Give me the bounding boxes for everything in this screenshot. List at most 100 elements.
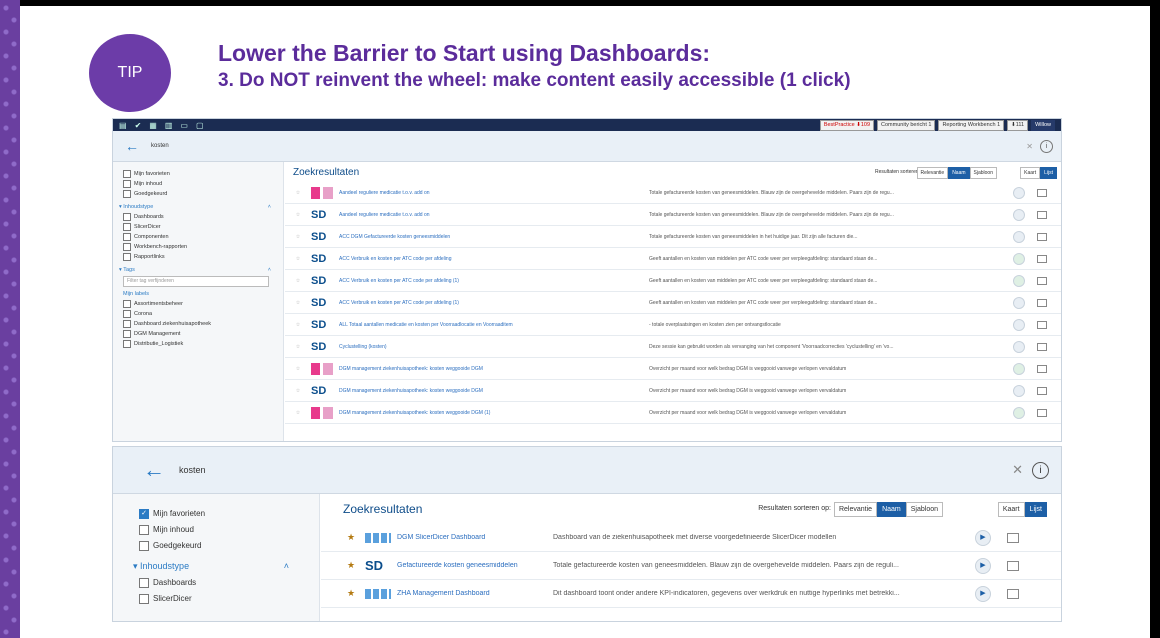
result-row[interactable]: ☆ SD ACC Verbruik en kosten per ATC code p… [285,292,1061,314]
info-icon[interactable]: i [1032,461,1049,479]
schedule-icon[interactable] [1037,408,1047,417]
run-icon[interactable]: ▶ [975,529,991,546]
result-name[interactable]: ZHA Management Dashboard [397,590,561,597]
result-row[interactable]: ☆ DGM management ziekenhuisapotheek: kost… [285,402,1061,424]
result-name[interactable]: DGM management ziekenhuisapotheek: koste… [339,388,629,394]
type-slicerdicer[interactable]: SlicerDicer [123,223,283,231]
checkbox-icon[interactable] [123,180,131,188]
run-icon[interactable] [1013,296,1025,309]
sort-naam[interactable]: Naam [877,502,906,517]
back-arrow-icon[interactable]: ← [143,457,165,483]
view-kaart[interactable]: Kaart [1020,167,1041,179]
favorite-star-icon[interactable]: ☆ [291,190,305,196]
checkbox-icon[interactable] [123,233,131,241]
sort-sjabloon[interactable]: Sjabloon [905,502,943,517]
run-icon[interactable] [1013,318,1025,331]
checkbox-icon[interactable] [139,593,149,604]
filter-goedgekeurd[interactable]: Goedgekeurd [139,540,319,551]
favorite-star-icon[interactable]: ☆ [291,344,305,350]
schedule-icon[interactable] [1037,364,1047,373]
filter-mijn-favorieten[interactable]: ✓ Mijn favorieten [139,508,319,519]
check-icon[interactable]: ✔ [135,121,142,130]
label-item[interactable]: Assortimentsbeheer [123,300,283,308]
checkbox-icon[interactable] [139,577,149,588]
result-name[interactable]: Gefactureerde kosten geneesmiddelen [397,562,561,569]
result-row[interactable]: ★ ZHA Management Dashboard Dit dashboard t… [321,580,1061,608]
back-arrow-icon[interactable]: ← [125,138,139,154]
favorite-star-icon[interactable]: ☆ [291,388,305,394]
result-row[interactable]: ★ SD Gefactureerde kosten geneesmiddelen To… [321,552,1061,580]
grid-icon[interactable]: ▦ [149,121,157,130]
schedule-icon[interactable] [1007,560,1019,571]
schedule-icon[interactable] [1007,588,1019,599]
result-row[interactable]: ☆ SD ALL Totaal aantallen medicatie en kos… [285,314,1061,336]
schedule-icon[interactable] [1037,386,1047,395]
info-icon[interactable]: i [1040,139,1053,153]
result-name[interactable]: Cyclustelling (kosten) [339,344,629,350]
checkbox-icon[interactable] [139,524,149,535]
type-workbench-rapporten[interactable]: Workbench-rapporten [123,243,283,251]
result-row[interactable]: ☆ SD Cyclustelling (kosten) Deze sessie kan… [285,336,1061,358]
tab-inbox[interactable]: ⬇111 [1007,120,1029,131]
result-name[interactable]: DGM management ziekenhuisapotheek: koste… [339,410,629,416]
filter-mijn-inhoud[interactable]: Mijn inhoud [123,180,283,188]
favorite-star-icon[interactable]: ☆ [291,366,305,372]
favorite-star-icon[interactable]: ★ [343,532,359,543]
checkbox-icon[interactable] [123,223,131,231]
schedule-icon[interactable] [1007,532,1019,543]
run-icon[interactable] [1013,274,1025,287]
tab-reporting-workbench[interactable]: Reporting Workbench 1 [938,120,1005,131]
schedule-icon[interactable] [1037,298,1047,307]
checkbox-icon[interactable] [123,320,131,328]
result-row[interactable]: ☆ SD DGM management ziekenhuisapotheek: ko… [285,380,1061,402]
type-dashboards[interactable]: Dashboards [123,213,283,221]
run-icon[interactable] [1013,208,1025,221]
favorite-star-icon[interactable]: ☆ [291,212,305,218]
run-icon[interactable] [1013,406,1025,419]
result-row[interactable]: ☆ Aandeel reguliere medicatie t.o.v. add … [285,182,1061,204]
type-slicerdicer[interactable]: SlicerDicer [139,593,319,604]
run-icon[interactable]: ▶ [975,557,991,574]
checkbox-icon[interactable] [123,213,131,221]
view-lijst[interactable]: Lijst [1040,167,1057,179]
search-input[interactable]: kosten [179,465,206,475]
checkbox-icon[interactable] [123,340,131,348]
label-item[interactable]: Dashboard ziekenhuisapotheek [123,320,283,328]
favorite-star-icon[interactable]: ☆ [291,234,305,240]
view-lijst[interactable]: Lijst [1024,502,1047,517]
filter-mijn-inhoud[interactable]: Mijn inhoud [139,524,319,535]
result-name[interactable]: DGM management ziekenhuisapotheek: koste… [339,366,629,372]
label-item[interactable]: Corona [123,310,283,318]
favorite-star-icon[interactable]: ★ [343,588,359,599]
section-tags[interactable]: ▾ Tags ˄ [119,267,283,273]
view-kaart[interactable]: Kaart [997,502,1025,517]
run-icon[interactable] [1013,340,1025,353]
schedule-icon[interactable] [1037,276,1047,285]
run-icon[interactable] [1013,252,1025,265]
schedule-icon[interactable] [1037,342,1047,351]
result-row[interactable]: ★ DGM SlicerDicer Dashboard Dashboard van … [321,524,1061,552]
type-rapportlinks[interactable]: Rapportlinks [123,253,283,261]
run-icon[interactable] [1013,362,1025,375]
result-name[interactable]: ACC Verbruik en kosten per ATC code per … [339,278,629,284]
result-name[interactable]: Aandeel reguliere medicatie t.o.v. add o… [339,212,629,218]
result-row[interactable]: ☆ SD ACC DGM Gefactureerde kosten geneesmi… [285,226,1061,248]
collapse-icon[interactable]: ˄ [268,204,271,210]
checkbox-icon[interactable] [123,330,131,338]
favorite-star-icon[interactable]: ☆ [291,256,305,262]
section-inhoudstype[interactable]: ▾ Inhoudstype ˄ [119,204,283,210]
checkbox-icon[interactable] [123,190,131,198]
type-dashboards[interactable]: Dashboards [139,577,319,588]
favorite-star-icon[interactable]: ☆ [291,278,305,284]
checkbox-icon[interactable] [123,253,131,261]
run-icon[interactable] [1013,186,1025,199]
schedule-icon[interactable] [1037,188,1047,197]
checkbox-icon[interactable] [123,310,131,318]
type-componenten[interactable]: Componenten [123,233,283,241]
tab-bestpractice[interactable]: BestPractice ⬇109 [819,120,875,131]
tab-community[interactable]: Community bericht 1 [877,120,936,131]
clear-icon[interactable]: ✕ [1012,462,1023,478]
collapse-icon[interactable]: ˄ [268,267,271,273]
result-row[interactable]: ☆ DGM management ziekenhuisapotheek: kost… [285,358,1061,380]
user-menu[interactable]: Willow [1031,120,1055,131]
